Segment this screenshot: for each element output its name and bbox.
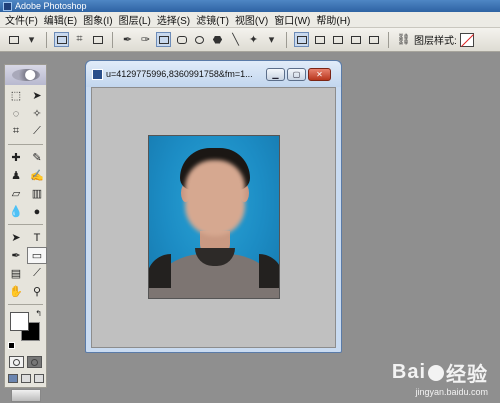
type-icon[interactable]: T bbox=[27, 229, 47, 246]
quick-mask-button[interactable] bbox=[27, 356, 42, 368]
app-title-bar: Adobe Photoshop bbox=[0, 0, 500, 12]
notes-icon[interactable]: ▤ bbox=[6, 265, 26, 282]
brush-icon[interactable]: ✎ bbox=[27, 149, 47, 166]
link-icon[interactable]: ⛓ bbox=[396, 32, 411, 47]
default-colors-icon[interactable] bbox=[8, 342, 15, 349]
document-title-bar[interactable]: u=4129775996,8360991758&fm=1... ▁ ▢ ✕ bbox=[86, 61, 341, 87]
polygon-icon[interactable] bbox=[210, 32, 225, 47]
combine-intersect-icon[interactable] bbox=[348, 32, 363, 47]
dropdown-icon[interactable]: ▾ bbox=[264, 32, 279, 47]
divider bbox=[8, 224, 43, 225]
menu-view[interactable]: 视图(V) bbox=[232, 12, 271, 27]
baidu-paw-icon bbox=[428, 364, 444, 381]
watermark-main-text: Bai bbox=[391, 361, 426, 383]
path-selection-icon[interactable]: ➤ bbox=[6, 229, 26, 246]
combine-exclude-icon[interactable] bbox=[366, 32, 381, 47]
full-screen-button[interactable] bbox=[33, 374, 44, 383]
eyedropper-icon[interactable]: ⟋ bbox=[27, 265, 47, 282]
divider bbox=[388, 31, 389, 48]
dropdown-icon[interactable]: ▾ bbox=[24, 32, 39, 47]
close-button[interactable]: ✕ bbox=[308, 67, 331, 81]
full-screen-menu-button[interactable] bbox=[20, 374, 31, 383]
layer-style-label: 图层样式: bbox=[414, 36, 457, 47]
rectangle-icon[interactable] bbox=[6, 32, 21, 47]
menu-bar: 文件(F) 编辑(E) 图象(I) 图层(L) 选择(S) 滤镜(T) 视图(V… bbox=[0, 12, 500, 28]
rounded-rectangle-icon[interactable] bbox=[174, 32, 189, 47]
magic-wand-icon[interactable]: ✧ bbox=[27, 105, 47, 122]
foreground-color-swatch[interactable] bbox=[10, 312, 29, 331]
menu-file[interactable]: 文件(F) bbox=[2, 12, 41, 27]
gradient-icon[interactable]: ▥ bbox=[27, 185, 47, 202]
clone-stamp-icon[interactable]: ♟ bbox=[6, 167, 26, 184]
portrait-photo bbox=[148, 135, 280, 299]
shape-layers-icon[interactable] bbox=[54, 32, 69, 47]
marquee-icon[interactable]: ⬚ bbox=[6, 87, 26, 104]
blurred-face bbox=[185, 160, 245, 236]
eraser-icon[interactable]: ▱ bbox=[6, 185, 26, 202]
document-icon bbox=[92, 68, 103, 80]
document-canvas[interactable] bbox=[91, 87, 336, 348]
custom-shape-icon[interactable]: ✦ bbox=[246, 32, 261, 47]
menu-select[interactable]: 选择(S) bbox=[154, 12, 193, 27]
menu-filter[interactable]: 滤镜(T) bbox=[193, 12, 232, 27]
swap-colors-icon[interactable]: ↰ bbox=[35, 309, 42, 318]
blur-icon[interactable]: 💧 bbox=[6, 203, 26, 220]
style-swatch-icon[interactable] bbox=[459, 32, 474, 47]
baidu-watermark: Bai 经验 jingyan.baidu.com bbox=[392, 358, 488, 397]
healing-brush-icon[interactable]: ✚ bbox=[6, 149, 26, 166]
crop-icon[interactable]: ⌗ bbox=[6, 123, 26, 140]
document-title: u=4129775996,8360991758&fm=1... bbox=[106, 69, 253, 79]
menu-layer[interactable]: 图层(L) bbox=[116, 12, 154, 27]
paths-icon[interactable]: ⌗ bbox=[72, 32, 87, 47]
ellipse-icon[interactable] bbox=[192, 32, 207, 47]
divider bbox=[112, 31, 113, 48]
minimize-button[interactable]: ▁ bbox=[266, 67, 285, 81]
standard-screen-button[interactable] bbox=[7, 374, 18, 383]
watermark-suffix-text: 经验 bbox=[446, 364, 488, 386]
lasso-icon[interactable]: ◌ bbox=[6, 105, 26, 122]
maximize-button[interactable]: ▢ bbox=[287, 67, 306, 81]
line-icon[interactable]: ╲ bbox=[228, 32, 243, 47]
shape-icon[interactable]: ▭ bbox=[27, 247, 47, 264]
dodge-icon[interactable]: ● bbox=[27, 203, 47, 220]
slice-icon[interactable]: ⟋ bbox=[27, 123, 47, 140]
move-icon[interactable]: ➤ bbox=[27, 87, 47, 104]
zoom-icon[interactable]: ⚲ bbox=[27, 283, 47, 300]
feather-logo-icon bbox=[11, 69, 40, 81]
pen-icon[interactable]: ✒ bbox=[120, 32, 135, 47]
document-window: u=4129775996,8360991758&fm=1... ▁ ▢ ✕ bbox=[85, 60, 342, 353]
divider bbox=[46, 31, 47, 48]
divider bbox=[8, 144, 43, 145]
menu-edit[interactable]: 编辑(E) bbox=[41, 12, 80, 27]
menu-image[interactable]: 图象(I) bbox=[80, 12, 115, 27]
toolbox: ⬚ ➤ ◌ ✧ ⌗ ⟋ ✚ ✎ ♟ ✍ ▱ ▥ 💧 ● ➤ T ✒ ▭ ▤ ⟋ … bbox=[4, 64, 47, 402]
toolbox-header[interactable] bbox=[5, 65, 46, 85]
combine-add-icon[interactable] bbox=[312, 32, 327, 47]
divider bbox=[8, 304, 43, 305]
rectangle-tool-icon[interactable] bbox=[156, 32, 171, 47]
menu-window[interactable]: 窗口(W) bbox=[271, 12, 313, 27]
hand-icon[interactable]: ✋ bbox=[6, 283, 26, 300]
pen-icon[interactable]: ✒ bbox=[6, 247, 26, 264]
options-bar: ▾ ⌗ ✒ ✑ ╲ ✦ ▾ ⛓ 图层样式: bbox=[0, 28, 500, 52]
color-swatches: ↰ bbox=[7, 309, 44, 349]
app-title: Adobe Photoshop bbox=[15, 1, 87, 11]
history-brush-icon[interactable]: ✍ bbox=[27, 167, 47, 184]
combine-subtract-icon[interactable] bbox=[330, 32, 345, 47]
jump-to-imageready-button[interactable] bbox=[10, 389, 41, 402]
menu-help[interactable]: 帮助(H) bbox=[313, 12, 353, 27]
freeform-pen-icon[interactable]: ✑ bbox=[138, 32, 153, 47]
fill-pixels-icon[interactable] bbox=[90, 32, 105, 47]
combine-new-icon[interactable] bbox=[294, 32, 309, 47]
standard-mode-button[interactable] bbox=[9, 356, 24, 368]
divider bbox=[286, 31, 287, 48]
photoshop-icon bbox=[3, 1, 12, 11]
watermark-url: jingyan.baidu.com bbox=[415, 387, 488, 397]
